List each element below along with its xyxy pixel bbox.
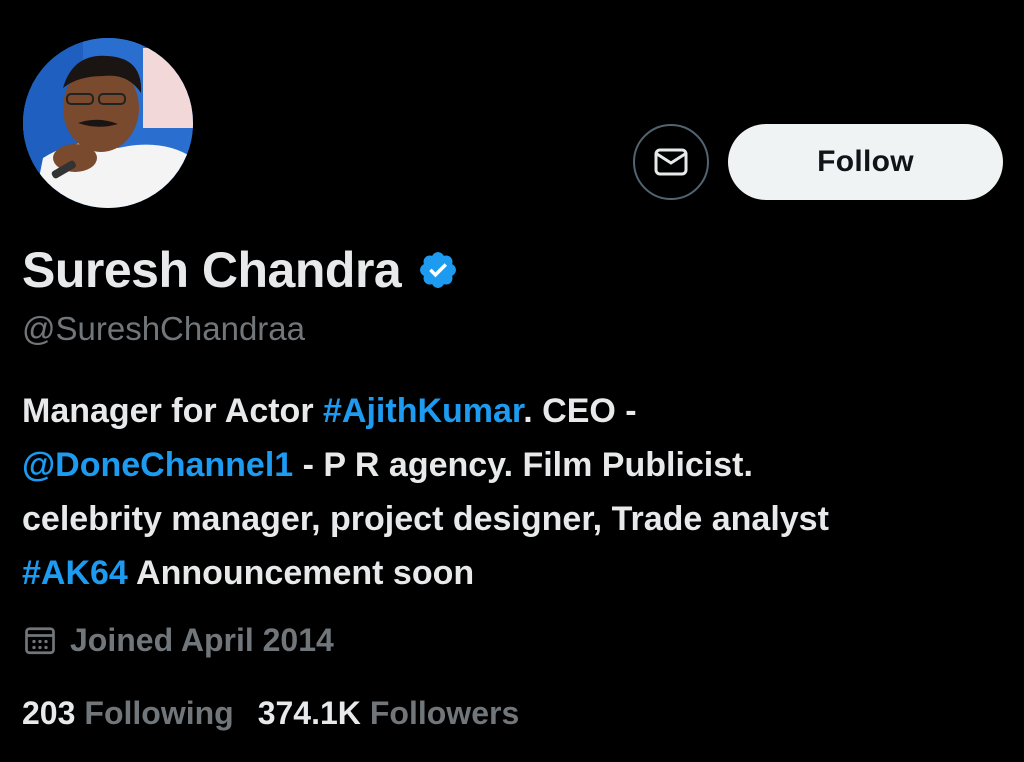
followers-count: 374.1K bbox=[257, 694, 361, 731]
following-label: Following bbox=[84, 694, 234, 731]
following-count: 203 bbox=[22, 694, 76, 731]
verified-badge-icon[interactable] bbox=[417, 249, 459, 291]
bio-line-2: @DoneChannel1 - P R agency. Film Publici… bbox=[22, 438, 1017, 492]
profile-name: Suresh Chandra bbox=[22, 242, 402, 298]
bio-text: . CEO - bbox=[523, 392, 637, 430]
profile-name-row: Suresh Chandra bbox=[22, 238, 459, 302]
bio-text: - P R agency. Film Publicist. bbox=[293, 446, 753, 484]
joined-date: Joined April 2014 bbox=[22, 618, 334, 662]
mention-link[interactable]: @DoneChannel1 bbox=[22, 446, 293, 484]
bio-text: celebrity manager, project designer, Tra… bbox=[22, 500, 829, 538]
follow-button[interactable]: Follow bbox=[728, 124, 1003, 200]
followers-link[interactable]: 374.1K Followers bbox=[258, 695, 520, 732]
avatar-photo bbox=[23, 38, 193, 208]
hashtag-link[interactable]: #AjithKumar bbox=[323, 392, 523, 430]
bio-line-3: celebrity manager, project designer, Tra… bbox=[22, 492, 1017, 546]
bio-line-4: #AK64 Announcement soon bbox=[22, 546, 1017, 600]
profile-handle: @SureshChandraa bbox=[22, 310, 305, 347]
profile-bio: Manager for Actor #AjithKumar. CEO - @Do… bbox=[22, 384, 1017, 600]
followers-label: Followers bbox=[369, 694, 520, 731]
profile-avatar[interactable] bbox=[23, 38, 193, 208]
calendar-icon bbox=[22, 622, 58, 658]
following-link[interactable]: 203 Following bbox=[22, 695, 234, 732]
bio-line-1: Manager for Actor #AjithKumar. CEO - bbox=[22, 384, 1017, 438]
bio-text: Manager for Actor bbox=[22, 392, 324, 430]
bio-text: Announcement soon bbox=[127, 554, 475, 592]
hashtag-link[interactable]: #AK64 bbox=[22, 554, 128, 592]
joined-text: Joined April 2014 bbox=[70, 621, 334, 658]
follow-stats: 203 Following 374.1K Followers bbox=[22, 690, 543, 736]
envelope-icon bbox=[654, 148, 688, 176]
message-button[interactable] bbox=[633, 124, 709, 200]
